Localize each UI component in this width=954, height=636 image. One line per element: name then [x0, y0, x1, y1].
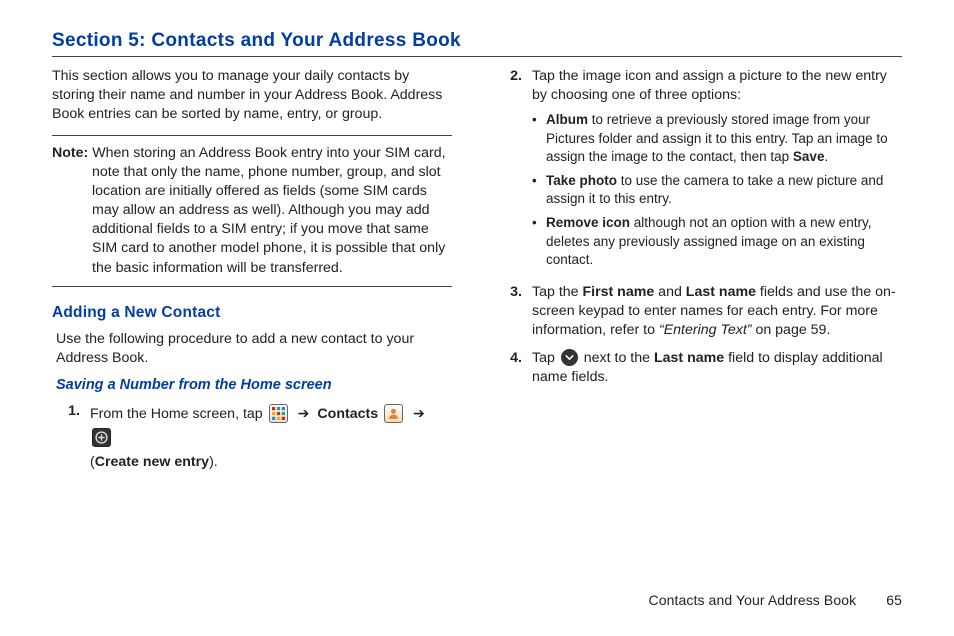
contacts-icon [384, 404, 403, 423]
option-body: Take photo to use the camera to take a n… [546, 172, 900, 208]
step-body: Tap the First name and Last name fields … [532, 283, 900, 341]
text: to retrieve a previously stored image fr… [546, 112, 888, 163]
option-remove-icon: • Remove icon although not an option wit… [532, 214, 900, 269]
arrow-icon: ➔ [413, 406, 425, 422]
option-label: Take photo [546, 173, 617, 188]
intro-paragraph: This section allows you to manage your d… [52, 67, 452, 125]
left-column: This section allows you to manage your d… [52, 67, 452, 482]
step-1: 1. From the Home screen, tap ➔ Contacts … [52, 402, 452, 474]
text: on page 59. [752, 322, 831, 338]
left-step-list: 1. From the Home screen, tap ➔ Contacts … [52, 402, 452, 474]
apps-grid-icon [269, 404, 288, 423]
manual-page: Section 5: Contacts and Your Address Boo… [0, 0, 954, 636]
bullet-icon: • [532, 111, 546, 166]
last-name-label: Last name [654, 350, 724, 366]
option-body: Remove icon although not an option with … [546, 214, 900, 269]
create-entry-icon [92, 428, 111, 447]
text: Tap the image icon and assign a picture … [532, 68, 887, 103]
option-body: Album to retrieve a previously stored im… [546, 111, 900, 166]
section-title: Section 5: Contacts and Your Address Boo… [52, 30, 902, 57]
adding-contact-intro: Use the following procedure to add a new… [56, 330, 452, 368]
text: and [654, 284, 686, 300]
first-name-label: First name [582, 284, 654, 300]
note-label: Note: [52, 144, 88, 163]
option-label: Album [546, 112, 588, 127]
create-new-entry-label: Create new entry [95, 454, 209, 470]
page-footer: Contacts and Your Address Book 65 [649, 592, 902, 608]
option-take-photo: • Take photo to use the camera to take a… [532, 172, 900, 208]
text: Tap the [532, 284, 582, 300]
arrow-icon: ➔ [298, 406, 310, 422]
text: Tap [532, 350, 559, 366]
saving-number-heading: Saving a Number from the Home screen [56, 376, 452, 396]
bullet-icon: • [532, 214, 546, 269]
step-2: 2. Tap the image icon and assign a pictu… [494, 67, 900, 275]
option-label: Remove icon [546, 215, 630, 230]
adding-contact-heading: Adding a New Contact [52, 303, 452, 324]
right-column: 2. Tap the image icon and assign a pictu… [494, 67, 900, 482]
step-body: Tap the image icon and assign a picture … [532, 67, 900, 275]
text: From the Home screen, tap [90, 406, 267, 422]
page-number: 65 [886, 592, 902, 608]
step-number: 3. [494, 283, 532, 341]
expand-down-icon [561, 349, 578, 366]
entering-text-ref: “Entering Text” [659, 322, 752, 338]
note-box: Note: When storing an Address Book entry… [52, 135, 452, 287]
body-columns: This section allows you to manage your d… [52, 67, 902, 482]
save-label: Save [793, 149, 825, 164]
right-step-list: 2. Tap the image icon and assign a pictu… [494, 67, 900, 387]
last-name-label: Last name [686, 284, 756, 300]
text: next to the [580, 350, 654, 366]
step-number: 1. [52, 402, 90, 474]
option-album: • Album to retrieve a previously stored … [532, 111, 900, 166]
step-3: 3. Tap the First name and Last name fiel… [494, 283, 900, 341]
note-body: When storing an Address Book entry into … [92, 144, 452, 278]
step-4: 4. Tap next to the Last name field to di… [494, 349, 900, 387]
step-number: 4. [494, 349, 532, 387]
step-body: From the Home screen, tap ➔ Contacts ➔ [90, 402, 452, 474]
contacts-label: Contacts [317, 406, 378, 422]
bullet-icon: • [532, 172, 546, 208]
options-list: • Album to retrieve a previously stored … [532, 111, 900, 269]
step-number: 2. [494, 67, 532, 275]
text: ). [209, 454, 218, 470]
step-body: Tap next to the Last name field to displ… [532, 349, 900, 387]
footer-title: Contacts and Your Address Book [649, 592, 857, 608]
text: . [824, 149, 828, 164]
